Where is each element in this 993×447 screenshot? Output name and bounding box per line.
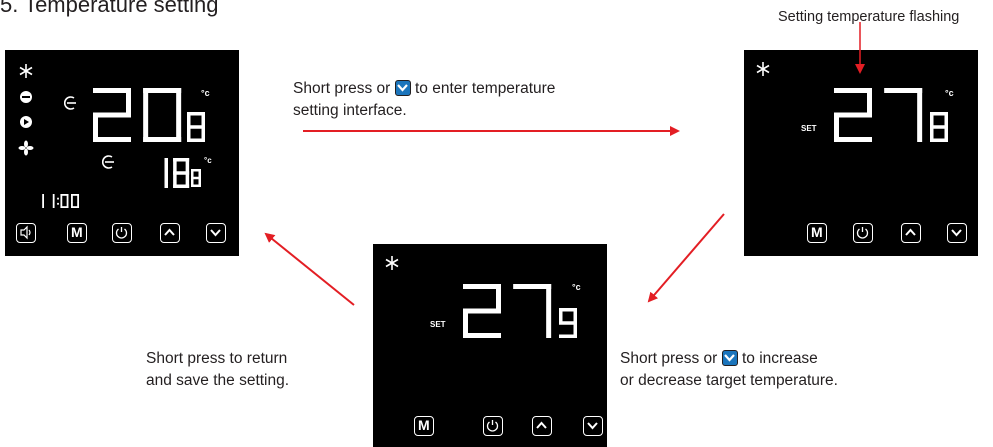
flow-arrows xyxy=(264,22,865,306)
arrow-to-return xyxy=(264,232,355,306)
arrow-to-adjust xyxy=(647,213,725,303)
